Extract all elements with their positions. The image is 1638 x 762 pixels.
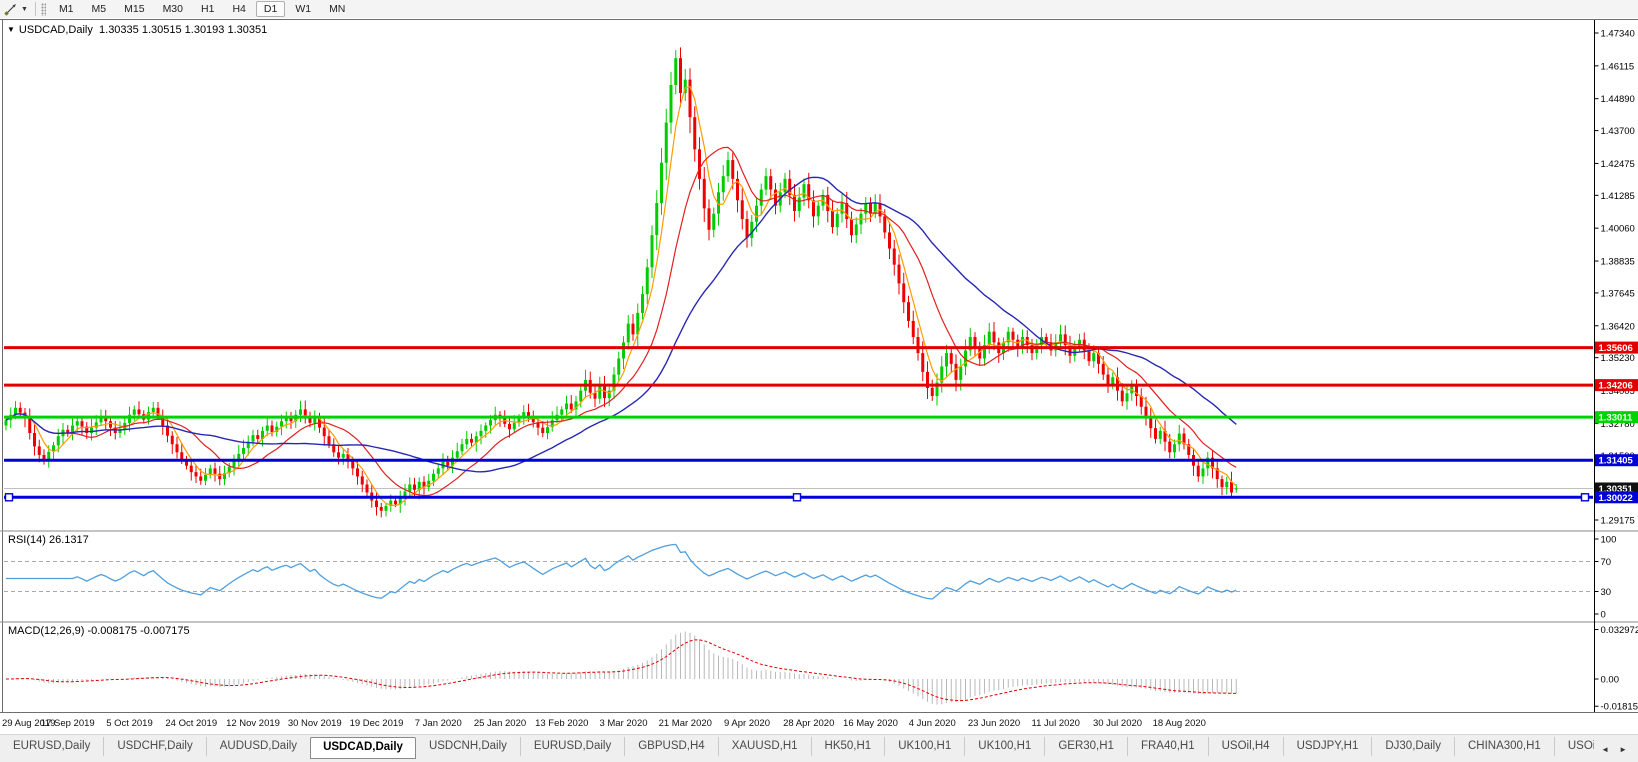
chart-window: 1.47340 1.46115 1.44890 1.43700 1.42475 1.412… xyxy=(0,18,1638,734)
svg-text:1.47340: 1.47340 xyxy=(1601,29,1635,40)
chart-symbol-period: USDCAD,Daily xyxy=(18,24,93,36)
svg-text:1.46115: 1.46115 xyxy=(1601,61,1635,72)
chart-tab-CHINA300-H1[interactable]: CHINA300,H1 xyxy=(1453,737,1554,756)
chart-tab-EURUSD-Daily[interactable]: EURUSD,Daily xyxy=(0,737,103,756)
date-label: 12 Nov 2019 xyxy=(226,718,280,729)
chart-tab-USOil-H4[interactable]: USOil,H4 xyxy=(1207,737,1283,756)
svg-text:-0.018154: -0.018154 xyxy=(1601,702,1638,713)
svg-text:1.35230: 1.35230 xyxy=(1601,353,1635,364)
date-label: 7 Jan 2020 xyxy=(415,718,462,729)
timeframe-toolbar: M1 M5 M15 M30 H1 H4 D1 W1 MN xyxy=(50,1,354,17)
date-label: 19 Dec 2019 xyxy=(350,718,404,729)
timeframe-button-MN[interactable]: MN xyxy=(321,1,353,17)
svg-text:0.00: 0.00 xyxy=(1601,675,1620,686)
chart-tab-FRA40-H1[interactable]: FRA40,H1 xyxy=(1126,737,1208,756)
svg-text:30: 30 xyxy=(1601,587,1612,598)
chart-background xyxy=(0,18,1638,734)
date-label: 16 May 2020 xyxy=(843,718,898,729)
svg-text:1.34206: 1.34206 xyxy=(1599,381,1633,392)
price-badge-1.33011: 1.33011 xyxy=(1595,411,1638,424)
price-badge-1.30022: 1.30022 xyxy=(1595,491,1638,504)
chart-tab-UK100-H1[interactable]: UK100,H1 xyxy=(964,737,1044,756)
chart-title: ▼ USDCAD,Daily 1.30335 1.30515 1.30193 1.… xyxy=(7,24,267,36)
chart-tabs-bar: EURUSD,Daily USDCHF,Daily AUDUSD,Daily USDC… xyxy=(0,734,1638,762)
chart-ohlc-values: 1.30335 1.30515 1.30193 1.30351 xyxy=(99,24,268,36)
svg-text:1.30022: 1.30022 xyxy=(1599,493,1633,504)
chart-tab-USOil-H1[interactable]: USOil,H1 xyxy=(1553,737,1594,756)
timeframe-button-M30[interactable]: M30 xyxy=(155,1,191,17)
toolbar-separator xyxy=(34,2,36,16)
chart-tab-UK100-H1[interactable]: UK100,H1 xyxy=(884,737,964,756)
date-label: 21 Mar 2020 xyxy=(659,718,712,729)
svg-text:0.032972: 0.032972 xyxy=(1601,625,1638,636)
date-label: 24 Oct 2019 xyxy=(165,718,217,729)
tab-scroll-right-icon[interactable]: ► xyxy=(1614,742,1632,757)
chart-tab-GER30-H1[interactable]: GER30,H1 xyxy=(1044,737,1127,756)
line-studies-icon[interactable] xyxy=(3,2,19,17)
tab-scroll-left-icon[interactable]: ◄ xyxy=(1596,742,1614,757)
chart-tabs: EURUSD,Daily USDCHF,Daily AUDUSD,Daily USDC… xyxy=(0,737,1594,761)
timeframe-button-W1[interactable]: W1 xyxy=(287,1,319,17)
date-label: 30 Nov 2019 xyxy=(288,718,342,729)
timeframe-button-M15[interactable]: M15 xyxy=(116,1,152,17)
line-handle[interactable] xyxy=(1580,493,1590,502)
chart-tab-GBPUSD-H4[interactable]: GBPUSD,H4 xyxy=(624,737,717,756)
collapse-arrow-icon[interactable]: ▼ xyxy=(7,25,15,34)
price-badge-1.34206: 1.34206 xyxy=(1595,379,1638,392)
svg-text:70: 70 xyxy=(1601,557,1612,568)
price-badge-1.35606: 1.35606 xyxy=(1595,341,1638,354)
date-label: 5 Oct 2019 xyxy=(106,718,152,729)
date-label: 17 Sep 2019 xyxy=(41,718,95,729)
svg-text:1.33011: 1.33011 xyxy=(1599,413,1634,424)
svg-text:1.35606: 1.35606 xyxy=(1599,343,1633,354)
date-label: 13 Feb 2020 xyxy=(535,718,588,729)
price-badge-1.31405: 1.31405 xyxy=(1595,454,1638,467)
date-label: 4 Jun 2020 xyxy=(909,718,956,729)
chart-tab-USDJPY-H1[interactable]: USDJPY,H1 xyxy=(1282,737,1372,756)
chart-tab-USDCNH-Daily[interactable]: USDCNH,Daily xyxy=(416,737,520,756)
svg-text:1.38835: 1.38835 xyxy=(1601,257,1635,268)
svg-text:1.29175: 1.29175 xyxy=(1601,516,1635,527)
date-label: 28 Apr 2020 xyxy=(783,718,834,729)
mt4-terminal: ▼ M1 M5 M15 M30 H1 H4 D1 W1 MN 1.47340 1.46115 1.4… xyxy=(0,0,1638,762)
chart-tab-USDCHF-Daily[interactable]: USDCHF,Daily xyxy=(103,737,205,756)
svg-text:0: 0 xyxy=(1601,610,1606,621)
chart-tab-AUDUSD-Daily[interactable]: AUDUSD,Daily xyxy=(205,737,310,756)
timeframe-button-H1[interactable]: H1 xyxy=(193,1,222,17)
svg-text:1.31405: 1.31405 xyxy=(1599,456,1634,467)
date-label: 3 Mar 2020 xyxy=(599,718,647,729)
rsi-indicator-label: RSI(14) 26.1317 xyxy=(8,534,89,546)
timeframe-button-H4[interactable]: H4 xyxy=(224,1,253,17)
chart-tab-HK50-H1[interactable]: HK50,H1 xyxy=(810,737,885,756)
svg-text:1.44890: 1.44890 xyxy=(1601,94,1635,105)
toolbar: ▼ M1 M5 M15 M30 H1 H4 D1 W1 MN xyxy=(0,0,1638,19)
date-label: 25 Jan 2020 xyxy=(474,718,526,729)
timeframe-button-M1[interactable]: M1 xyxy=(51,1,82,17)
line-handle[interactable] xyxy=(4,493,14,502)
line-studies-dropdown-icon[interactable]: ▼ xyxy=(21,6,28,13)
svg-text:1.40060: 1.40060 xyxy=(1601,224,1635,235)
chart-tab-USDCAD-Daily[interactable]: USDCAD,Daily xyxy=(310,737,416,759)
chart-tab-DJ30-Daily[interactable]: DJ30,Daily xyxy=(1371,737,1454,756)
chart-tab-EURUSD-Daily[interactable]: EURUSD,Daily xyxy=(519,737,624,756)
macd-indicator-label: MACD(12,26,9) -0.008175 -0.007175 xyxy=(8,625,190,637)
svg-text:1.42475: 1.42475 xyxy=(1601,159,1635,170)
date-label: 11 Jul 2020 xyxy=(1032,718,1080,729)
svg-text:100: 100 xyxy=(1601,535,1617,546)
timeframe-button-M5[interactable]: M5 xyxy=(84,1,115,17)
price-chart[interactable]: 1.47340 1.46115 1.44890 1.43700 1.42475 1.412… xyxy=(0,18,1638,734)
svg-text:1.43700: 1.43700 xyxy=(1601,126,1635,137)
line-handle[interactable] xyxy=(792,493,802,502)
date-label: 9 Apr 2020 xyxy=(724,718,770,729)
date-label: 18 Aug 2020 xyxy=(1153,718,1206,729)
toolbar-grip-handle[interactable] xyxy=(40,2,46,16)
tab-scroll-arrows: ◄ ► xyxy=(1596,737,1632,761)
svg-text:1.36420: 1.36420 xyxy=(1601,321,1635,332)
chart-tab-XAUUSD-H1[interactable]: XAUUSD,H1 xyxy=(717,737,811,756)
svg-text:1.37645: 1.37645 xyxy=(1601,288,1635,299)
date-label: 30 Jul 2020 xyxy=(1093,718,1142,729)
svg-text:1.41285: 1.41285 xyxy=(1601,191,1635,202)
timeframe-button-D1[interactable]: D1 xyxy=(255,1,286,17)
date-label: 23 Jun 2020 xyxy=(968,718,1020,729)
